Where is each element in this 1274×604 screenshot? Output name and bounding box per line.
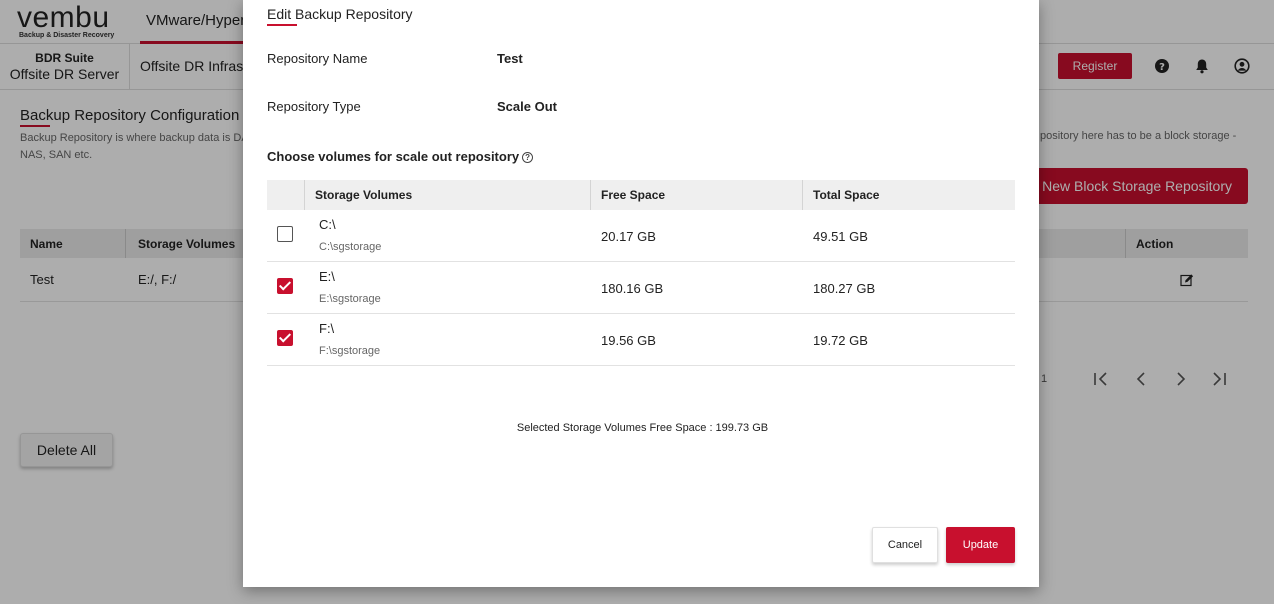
volume-checkbox[interactable] [277,226,293,242]
table-row: F:\ F:\sgstorage 19.56 GB 19.72 GB [267,314,1015,366]
volume-total-space: 49.51 GB [813,229,868,244]
column-header-free-space: Free Space [601,188,666,202]
volume-checkbox[interactable] [277,330,293,346]
update-button[interactable]: Update [946,527,1015,563]
volume-path: C:\sgstorage [319,241,382,253]
column-divider [802,180,803,210]
repository-name-label: Repository Name [267,51,368,66]
cancel-button[interactable]: Cancel [872,527,938,563]
selected-free-space-summary: Selected Storage Volumes Free Space :199… [243,422,1039,434]
table-row: E:\ E:\sgstorage 180.16 GB 180.27 GB [267,262,1015,314]
repository-type-value: Scale Out [497,99,557,114]
volume-name: C:\ [319,217,336,232]
repository-name-value: Test [497,51,523,66]
column-header-storage-volumes: Storage Volumes [315,188,413,202]
column-header-total-space: Total Space [813,188,880,202]
volume-total-space: 180.27 GB [813,281,876,296]
help-icon[interactable]: ? [522,152,534,164]
volume-free-space: 180.16 GB [601,281,664,296]
repository-type-label: Repository Type [267,99,361,114]
volume-free-space: 19.56 GB [601,333,656,348]
summary-value: 199.73 GB [715,422,769,434]
volume-free-space: 20.17 GB [601,229,656,244]
column-divider [590,180,591,210]
storage-volumes-table-header: Storage Volumes Free Space Total Space [267,180,1015,210]
volume-path: F:\sgstorage [319,345,381,357]
storage-volumes-table: Storage Volumes Free Space Total Space C… [267,180,1015,366]
choose-volumes-label: Choose volumes for scale out repository? [267,149,534,164]
volume-checkbox[interactable] [277,278,293,294]
dialog-title-underline [267,24,297,26]
volume-name: E:\ [319,269,335,284]
choose-volumes-text: Choose volumes for scale out repository [267,149,520,164]
volume-path: E:\sgstorage [319,293,381,305]
dialog-title: Edit Backup Repository [267,6,413,22]
edit-backup-repository-dialog: Edit Backup Repository Repository Name T… [243,0,1039,587]
volume-total-space: 19.72 GB [813,333,868,348]
table-row: C:\ C:\sgstorage 20.17 GB 49.51 GB [267,210,1015,262]
volume-name: F:\ [319,321,335,336]
column-divider [304,180,305,210]
summary-label: Selected Storage Volumes Free Space : [516,422,713,434]
